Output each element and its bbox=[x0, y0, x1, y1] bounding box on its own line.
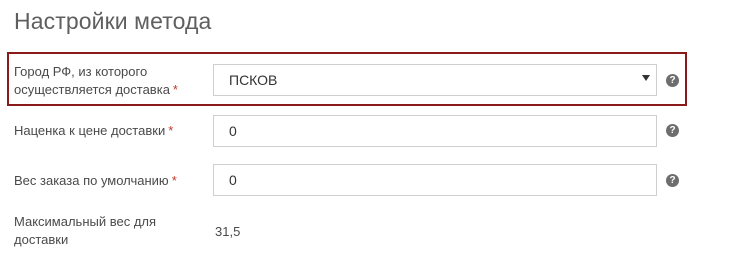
markup-label-text: Наценка к цене доставки bbox=[14, 123, 166, 138]
markup-input-value: 0 bbox=[229, 123, 237, 139]
max-weight-label: Максимальный вес для доставки bbox=[14, 214, 157, 247]
default-weight-label: Вес заказа по умолчанию * bbox=[14, 172, 204, 190]
markup-input[interactable]: 0 bbox=[213, 115, 657, 147]
city-label-text: Город РФ, из которого осуществляется дос… bbox=[14, 64, 170, 97]
markup-required-mark: * bbox=[168, 123, 174, 138]
markup-label: Наценка к цене доставки * bbox=[14, 122, 204, 140]
caret-down-icon bbox=[642, 75, 650, 81]
city-select-value: ПСКОВ bbox=[229, 72, 278, 88]
question-circle-icon[interactable]: ? bbox=[666, 174, 679, 187]
default-weight-label-text: Вес заказа по умолчанию bbox=[14, 173, 169, 188]
default-weight-input[interactable]: 0 bbox=[213, 164, 657, 196]
question-circle-icon[interactable]: ? bbox=[666, 124, 679, 137]
city-select[interactable]: ПСКОВ bbox=[213, 64, 657, 96]
question-circle-icon[interactable]: ? bbox=[666, 74, 679, 87]
max-weight-value: 31,5 bbox=[215, 224, 241, 239]
city-label: Город РФ, из которого осуществляется дос… bbox=[14, 63, 204, 99]
method-settings-panel: Настройки метода Город РФ, из которого о… bbox=[0, 0, 740, 269]
default-weight-required-mark: * bbox=[171, 173, 177, 188]
default-weight-input-value: 0 bbox=[229, 172, 237, 188]
city-required-mark: * bbox=[172, 82, 178, 97]
section-title: Настройки метода bbox=[14, 8, 212, 34]
